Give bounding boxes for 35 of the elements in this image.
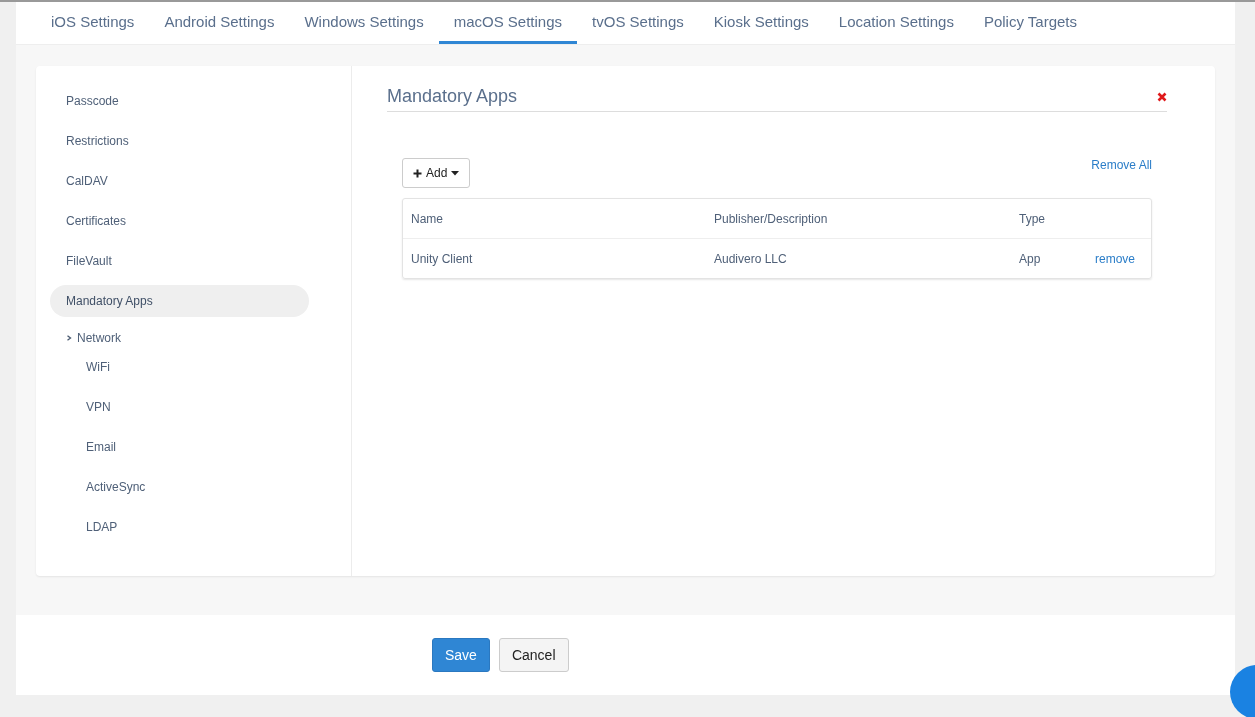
sidebar-item[interactable]: WiFi [50,351,309,383]
settings-tab[interactable]: Android Settings [149,2,290,44]
table-cell-text: Unity Client [411,251,474,266]
sidebar-item[interactable]: Passcode [50,85,309,117]
sidebar-group[interactable]: Network [50,325,309,351]
save-button[interactable]: Save [432,638,490,672]
sidebar-item[interactable]: Restrictions [50,125,309,157]
caret-icon [451,170,460,176]
column-header: Publisher/Description [714,211,829,226]
sidebar-item[interactable]: CalDAV [50,165,309,197]
table-cell-text: App [1019,251,1042,266]
sidebar-item[interactable]: VPN [50,391,309,423]
sidebar-item[interactable]: Email [50,431,309,463]
settings-tab[interactable]: Kiosk Settings [698,2,824,44]
section-title: Mandatory Apps [387,86,518,107]
settings-tab[interactable]: macOS Settings [438,2,578,44]
sidebar-item[interactable]: Mandatory Apps [50,285,309,317]
cancel-button[interactable]: Cancel [498,638,569,672]
column-header: Type [1019,211,1046,226]
settings-tab[interactable]: Policy Targets [968,2,1092,44]
sidebar-item[interactable]: FileVault [50,245,309,277]
settings-tab[interactable]: Location Settings [823,2,969,44]
settings-tab[interactable]: tvOS Settings [577,2,699,44]
settings-tab[interactable]: Windows Settings [289,2,439,44]
table-cell-text: Audivero LLC [714,251,788,266]
settings-tab[interactable]: iOS Settings [36,2,150,44]
column-header: Name [411,211,444,226]
plus-icon [413,168,422,178]
add-dropdown-button[interactable]: Add [402,158,471,188]
sidebar-item[interactable]: ActiveSync [50,471,309,503]
remove-link[interactable]: remove [1095,251,1135,266]
sidebar-item[interactable]: Certificates [50,205,309,237]
close-icon[interactable] [1157,91,1167,102]
remove-all-link[interactable]: Remove All [1091,158,1152,172]
sidebar-item[interactable]: LDAP [50,511,309,543]
